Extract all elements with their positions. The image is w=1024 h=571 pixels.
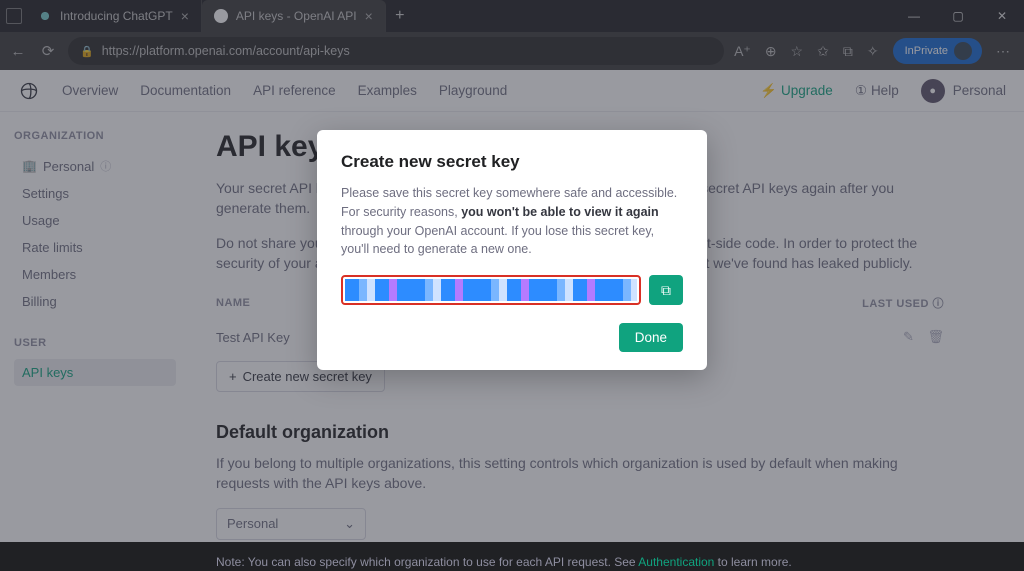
modal-overlay[interactable]: Create new secret key Please save this s… (0, 0, 1024, 542)
modal-title: Create new secret key (341, 152, 683, 172)
copy-icon: ⧉ (661, 282, 671, 299)
authentication-link[interactable]: Authentication (638, 555, 714, 569)
footer-note: Note: You can also specify which organiz… (216, 554, 944, 571)
secret-key-field[interactable] (341, 275, 641, 305)
secret-key-redacted (345, 279, 637, 301)
modal-body: Please save this secret key somewhere sa… (341, 184, 683, 259)
copy-key-button[interactable]: ⧉ (649, 275, 683, 305)
done-button[interactable]: Done (619, 323, 683, 352)
create-key-modal: Create new secret key Please save this s… (317, 130, 707, 370)
